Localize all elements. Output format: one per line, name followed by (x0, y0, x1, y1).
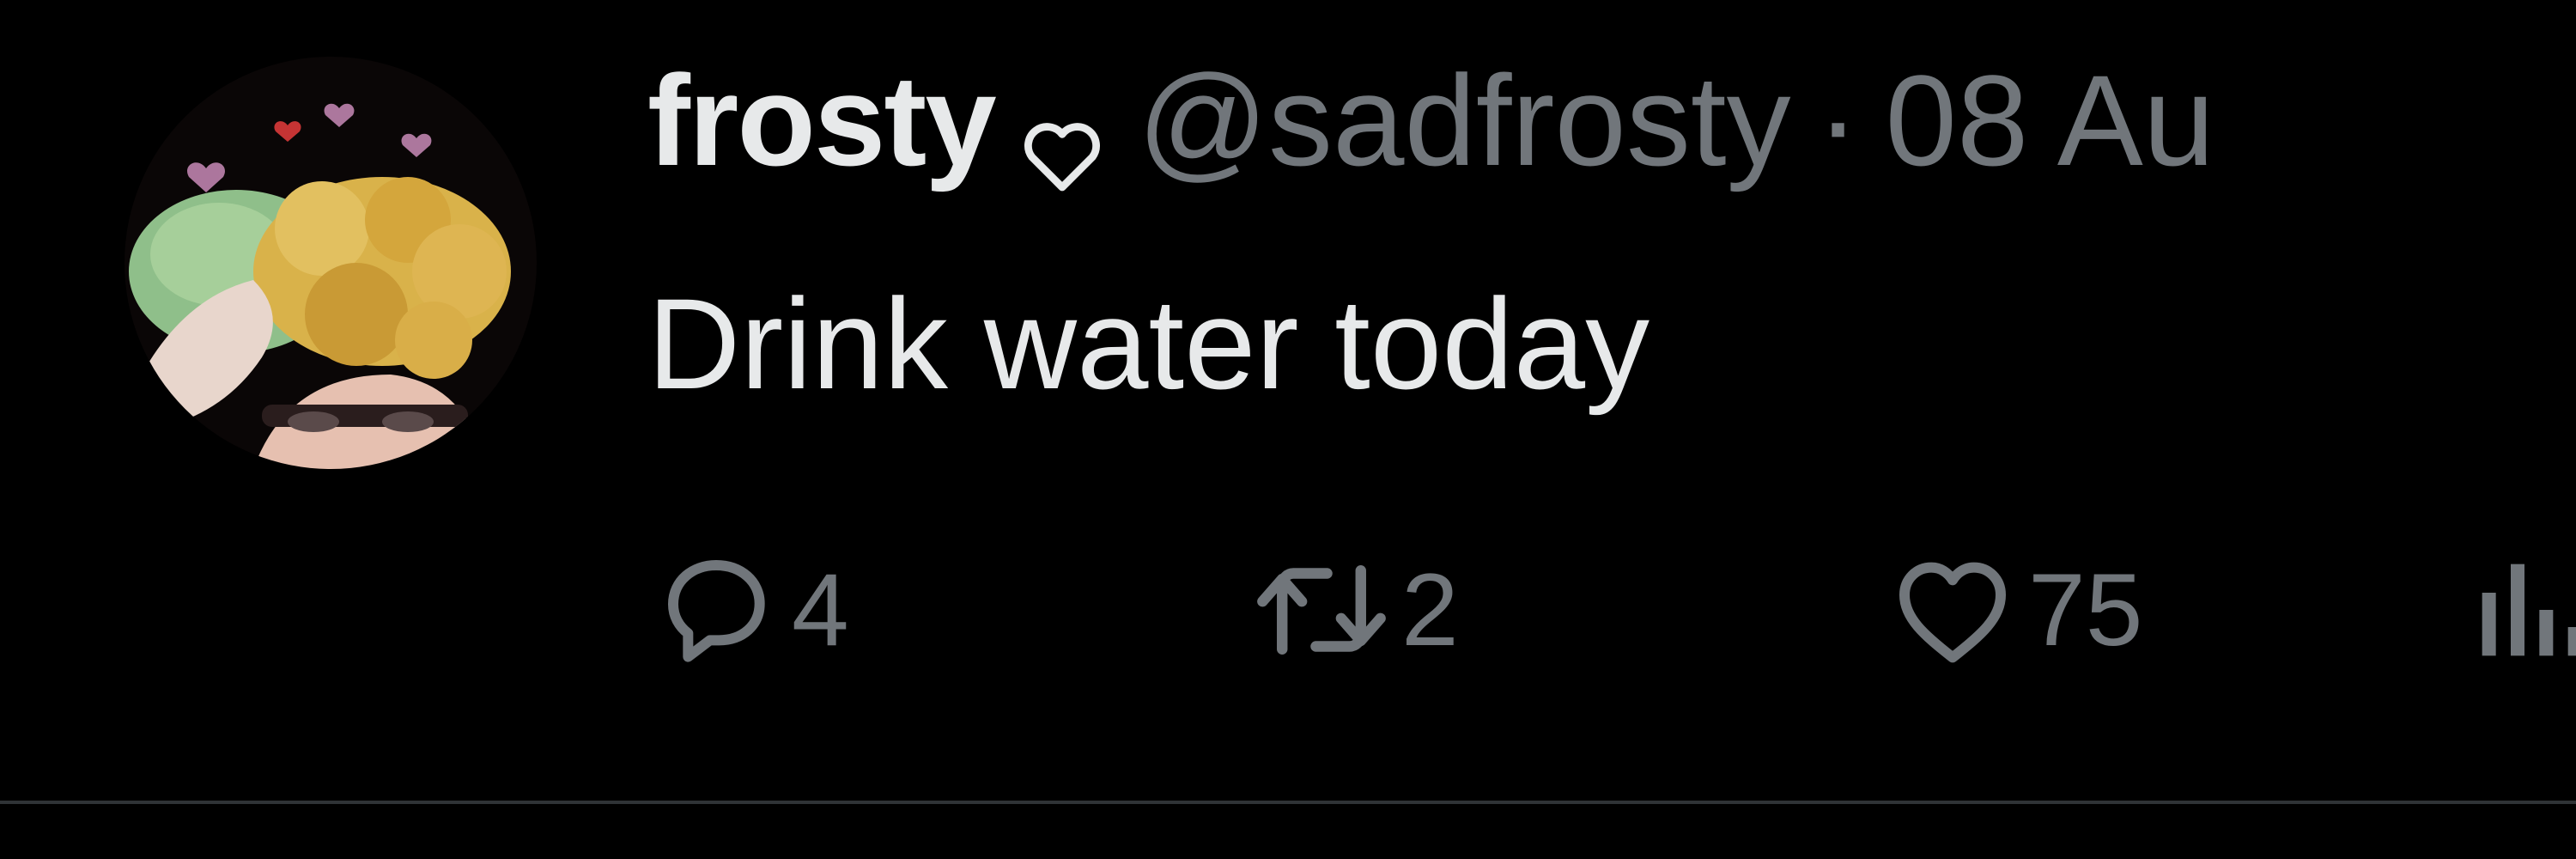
reply-button[interactable]: 4 (647, 541, 849, 679)
tweet-header: frosty @sadfrosty · 08 Au (647, 48, 2215, 192)
tweet-actions: 4 2 75 (647, 541, 2576, 679)
heart-outline-icon (1021, 82, 1103, 192)
reply-count: 4 (792, 552, 849, 667)
avatar-image (125, 57, 537, 469)
retweet-icon (1257, 565, 1386, 655)
divider (0, 801, 2576, 804)
heart-icon (1899, 562, 2006, 663)
tweet[interactable]: frosty @sadfrosty · 08 Au Drink water to… (0, 0, 2576, 859)
display-name[interactable]: frosty (647, 52, 997, 189)
header-separator: · (1816, 48, 1860, 192)
views-icon (2482, 564, 2576, 656)
tweet-text: Drink water today (647, 271, 1650, 416)
views-button[interactable] (2476, 541, 2576, 679)
retweet-count: 2 (1401, 552, 1459, 667)
like-button[interactable]: 75 (1884, 541, 2142, 679)
retweet-button[interactable]: 2 (1249, 541, 1459, 679)
avatar[interactable] (125, 57, 537, 469)
tweet-date[interactable]: 08 Au (1886, 52, 2215, 189)
like-count: 75 (2028, 552, 2143, 667)
reply-icon (668, 560, 765, 662)
user-handle[interactable]: @sadfrosty (1138, 52, 1791, 189)
